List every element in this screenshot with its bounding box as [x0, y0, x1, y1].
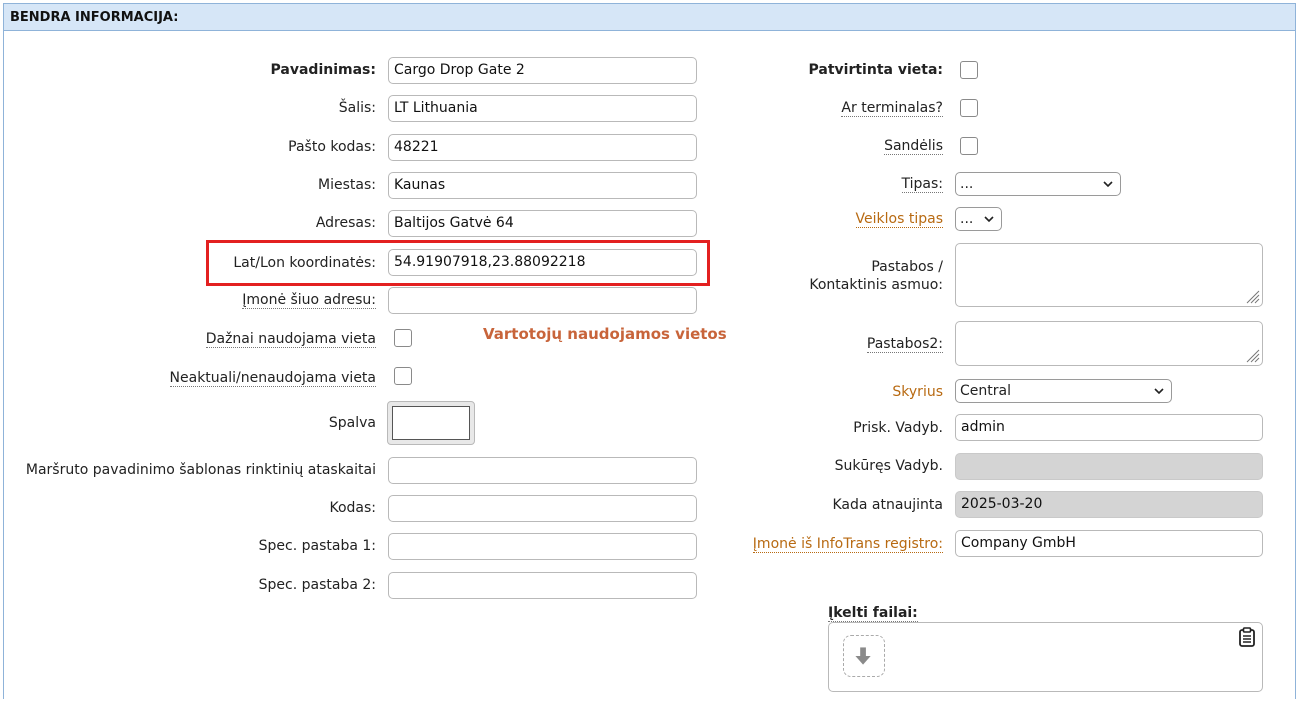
- assigned-manager-label: Prisk. Vadyb.: [853, 420, 943, 436]
- city-input[interactable]: Kaunas: [388, 172, 697, 199]
- user-locations-heading[interactable]: Vartotojų naudojamos vietos: [483, 325, 727, 343]
- color-picker[interactable]: [387, 401, 475, 445]
- warehouse-label: Sandėlis: [884, 137, 943, 155]
- activity-type-label-text: Veiklos tipas: [855, 211, 943, 228]
- type-label-text: Tipas:: [901, 176, 943, 193]
- updated-at-label: Kada atnaujinta: [832, 497, 943, 513]
- company-at-address-label-text: Įmonė šiuo adresu:: [242, 292, 376, 309]
- notes-contact-label-line2: Kontaktinis asmuo:: [809, 277, 943, 293]
- created-manager-input: [955, 453, 1263, 480]
- confirmed-location-label: Patvirtinta vieta:: [808, 62, 943, 78]
- coordinates-label: Lat/Lon koordinatės:: [233, 255, 376, 271]
- notes-contact-textarea[interactable]: [955, 243, 1263, 307]
- address-label: Adresas:: [315, 215, 376, 231]
- activity-type-label[interactable]: Veiklos tipas: [855, 210, 943, 228]
- notes-contact-label-line1: Pastabos /: [871, 259, 943, 275]
- terminal-label-text: Ar terminalas?: [841, 100, 943, 117]
- department-select[interactable]: Central: [955, 379, 1172, 403]
- coordinates-input[interactable]: 54.91907918,23.88092218: [388, 249, 697, 276]
- resize-grip-icon[interactable]: [1246, 349, 1260, 363]
- route-template-label: Maršruto pavadinimo šablonas rinktinių a…: [25, 462, 376, 478]
- arrow-down-icon: [855, 647, 871, 665]
- department-label-text: Skyrius: [892, 384, 943, 400]
- notes2-label-text: Pastabos2:: [866, 336, 943, 353]
- uploaded-files-label-text: Įkelti failai:: [828, 605, 918, 622]
- postal-code-input[interactable]: 48221: [388, 134, 697, 161]
- resize-grip-icon[interactable]: [1246, 290, 1260, 304]
- chevron-down-icon: [984, 216, 994, 223]
- confirmed-location-checkbox[interactable]: [960, 61, 978, 79]
- chevron-down-icon: [1103, 181, 1113, 188]
- inactive-location-label-text: Neaktuali/nenaudojama vieta: [169, 370, 376, 387]
- warehouse-checkbox[interactable]: [960, 137, 978, 155]
- uploaded-files-label: Įkelti failai:: [828, 604, 918, 622]
- color-swatch: [392, 406, 470, 440]
- department-label[interactable]: Skyrius: [892, 383, 943, 401]
- code-input[interactable]: [388, 495, 697, 522]
- infotrans-company-label[interactable]: Įmonė iš InfoTrans registro:: [752, 535, 943, 553]
- updated-at-input: 2025-03-20: [955, 491, 1263, 518]
- special-note-1-input[interactable]: [388, 533, 697, 560]
- special-note-2-input[interactable]: [388, 572, 697, 599]
- type-select-value: ...: [960, 176, 974, 192]
- type-label: Tipas:: [901, 175, 943, 193]
- frequent-location-label: Dažnai naudojama vieta: [205, 330, 376, 348]
- assigned-manager-input[interactable]: admin: [955, 414, 1263, 441]
- infotrans-company-input[interactable]: Company GmbH: [955, 530, 1263, 557]
- name-input[interactable]: Cargo Drop Gate 2: [388, 57, 697, 84]
- special-note-1-label: Spec. pastaba 1:: [258, 538, 376, 554]
- activity-type-select[interactable]: ...: [955, 207, 1002, 231]
- name-label: Pavadinimas:: [270, 62, 376, 78]
- country-input[interactable]: LT Lithuania: [388, 95, 697, 122]
- frequent-location-checkbox[interactable]: [394, 329, 412, 347]
- file-dropzone[interactable]: [828, 622, 1263, 692]
- notes-contact-label: Pastabos / Kontaktinis asmuo:: [809, 258, 943, 294]
- created-manager-label: Sukūręs Vadyb.: [834, 458, 943, 474]
- inactive-location-checkbox[interactable]: [394, 367, 412, 385]
- activity-type-select-value: ...: [960, 211, 974, 227]
- city-label: Miestas:: [318, 177, 376, 193]
- department-select-value: Central: [960, 383, 1011, 399]
- special-note-2-label: Spec. pastaba 2:: [258, 577, 376, 593]
- postal-code-label: Pašto kodas:: [288, 139, 376, 155]
- color-label: Spalva: [328, 415, 376, 431]
- infotrans-company-label-text: Įmonė iš InfoTrans registro:: [752, 536, 943, 553]
- warehouse-label-text: Sandėlis: [884, 138, 943, 155]
- terminal-label: Ar terminalas?: [841, 99, 943, 117]
- chevron-down-icon: [1154, 388, 1164, 395]
- company-at-address-input[interactable]: [388, 287, 697, 314]
- clipboard-icon[interactable]: [1238, 627, 1256, 647]
- notes2-label: Pastabos2:: [866, 335, 943, 353]
- address-input[interactable]: Baltijos Gatvė 64: [388, 210, 697, 237]
- type-select[interactable]: ...: [955, 172, 1121, 196]
- inactive-location-label: Neaktuali/nenaudojama vieta: [169, 369, 376, 387]
- panel-header: BENDRA INFORMACIJA:: [4, 4, 1295, 31]
- code-label: Kodas:: [329, 500, 376, 516]
- upload-button[interactable]: [843, 635, 885, 677]
- terminal-checkbox[interactable]: [960, 99, 978, 117]
- company-at-address-label: Įmonė šiuo adresu:: [242, 291, 376, 309]
- route-template-input[interactable]: [388, 457, 697, 484]
- notes2-textarea[interactable]: [955, 321, 1263, 366]
- country-label: Šalis:: [338, 100, 376, 116]
- frequent-location-label-text: Dažnai naudojama vieta: [205, 331, 376, 348]
